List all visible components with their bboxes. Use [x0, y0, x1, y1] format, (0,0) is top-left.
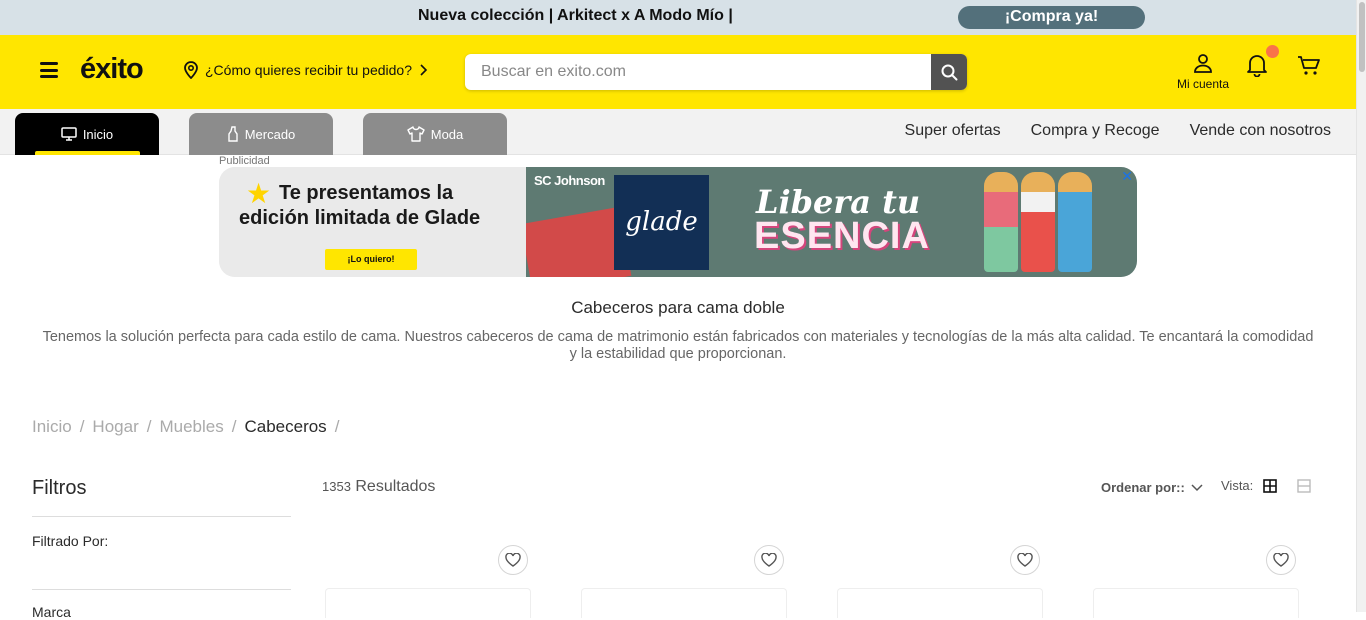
promo-text[interactable]: Nueva colección | Arkitect x A Modo Mío … [418, 7, 733, 25]
search-button[interactable] [931, 54, 967, 90]
shirt-icon [407, 126, 425, 142]
breadcrumb-separator: / [231, 417, 237, 436]
ad-cta-button[interactable]: ¡Lo quiero! [325, 249, 417, 270]
nav-link-super-ofertas[interactable]: Super ofertas [905, 122, 1001, 140]
account-button[interactable]: Mi cuenta [1172, 53, 1234, 91]
active-tab-indicator [35, 151, 140, 155]
category-navbar: Inicio Mercado Moda Super ofertas Compra… [0, 109, 1356, 155]
sort-label: Ordenar por:: [1101, 480, 1185, 495]
heart-icon [1017, 553, 1033, 567]
delivery-text: ¿Cómo quieres recibir tu pedido? [205, 62, 412, 78]
bell-icon [1247, 55, 1267, 78]
product-card[interactable] [325, 588, 531, 618]
nav-link-compra-y-recoge[interactable]: Compra y Recoge [1031, 122, 1160, 140]
bottle-icon [228, 126, 238, 142]
search-input[interactable] [465, 54, 931, 90]
filtered-by-label: Filtrado Por: [32, 533, 109, 549]
search-bar [465, 54, 967, 90]
heart-icon [505, 553, 521, 567]
user-icon [1194, 54, 1212, 73]
product-card[interactable] [1093, 588, 1299, 618]
promo-cta-button[interactable]: ¡Compra ya! [958, 6, 1145, 29]
divider [32, 516, 291, 517]
category-description: Tenemos la solución perfecta para cada e… [42, 329, 1314, 362]
heart-icon [1273, 553, 1289, 567]
notifications-button[interactable] [1246, 45, 1279, 78]
product-image [984, 172, 1018, 272]
close-icon[interactable]: ✕ [1121, 168, 1133, 185]
ad-label: Publicidad [219, 155, 270, 167]
ad-right-panel: SC Johnson glade Libera tu ESENCIA ✕ [526, 167, 1137, 277]
category-title: Cabeceros para cama doble [571, 298, 785, 317]
breadcrumb-item[interactable]: Hogar [92, 417, 138, 437]
chevron-down-icon [1191, 483, 1203, 491]
filter-brand-header[interactable]: Marca [32, 604, 71, 620]
delivery-selector[interactable]: ¿Cómo quieres recibir tu pedido? [183, 61, 428, 79]
notification-badge [1266, 45, 1279, 58]
results-label: Resultados [355, 478, 436, 495]
view-toggle: Vista: [1221, 478, 1311, 493]
tab-label: Inicio [82, 126, 114, 142]
ad-banner[interactable]: ★ Te presentamos la edición limitada de … [219, 167, 1137, 277]
account-label: Mi cuenta [1176, 77, 1230, 91]
ad-headline: Te presentamos la edición limitada de Gl… [239, 181, 480, 231]
exito-logo[interactable]: éxito [80, 53, 144, 86]
favorite-button[interactable] [1010, 545, 1040, 575]
divider [32, 589, 291, 590]
nav-link-vende-con-nosotros[interactable]: Vende con nosotros [1190, 122, 1331, 140]
ad-left-panel: ★ Te presentamos la edición limitada de … [219, 167, 526, 277]
tab-inicio[interactable]: Inicio [15, 113, 159, 155]
tab-mercado[interactable]: Mercado [189, 113, 333, 155]
page-scrollbar[interactable] [1356, 0, 1366, 612]
heart-icon [761, 553, 777, 567]
breadcrumb-item[interactable]: Muebles [159, 417, 223, 437]
breadcrumb-separator: / [146, 417, 152, 436]
monitor-icon [61, 127, 77, 141]
scrollbar-thumb[interactable] [1359, 2, 1365, 72]
tab-moda[interactable]: Moda [363, 113, 507, 155]
tab-label: Mercado [244, 126, 296, 142]
search-icon [941, 64, 957, 80]
favorite-button[interactable] [754, 545, 784, 575]
ad-headline-line2: edición limitada de Glade [239, 207, 481, 229]
chevron-right-icon [420, 64, 428, 76]
product-image [1021, 172, 1055, 272]
nav-links: Super ofertas Compra y Recoge Vende con … [905, 122, 1331, 140]
cart-icon [1298, 56, 1320, 75]
glade-logo: glade [614, 175, 709, 270]
breadcrumb-separator: / [334, 417, 340, 436]
favorite-button[interactable] [1266, 545, 1296, 575]
cart-button[interactable] [1297, 55, 1321, 82]
menu-icon[interactable] [40, 62, 58, 78]
ad-headline-line1: Te presentamos la [279, 182, 454, 204]
list-view-icon[interactable] [1297, 478, 1311, 493]
product-card[interactable] [837, 588, 1043, 618]
grid-view-icon[interactable] [1263, 478, 1278, 493]
product-image [1058, 172, 1092, 272]
results-count: 1353 Resultados [322, 478, 435, 496]
favorite-button[interactable] [498, 545, 528, 575]
sort-dropdown[interactable]: Ordenar por:: [1101, 480, 1203, 495]
scjohnson-logo: SC Johnson [534, 173, 605, 188]
filters-title: Filtros [32, 477, 87, 499]
promo-bar: Nueva colección | Arkitect x A Modo Mío … [0, 0, 1356, 35]
tab-label: Moda [430, 126, 464, 142]
header: éxito ¿Cómo quieres recibir tu pedido? M… [0, 35, 1356, 109]
breadcrumb-item[interactable]: Inicio [32, 417, 72, 437]
location-pin-icon [184, 61, 198, 79]
ad-slogan-line2: ESENCIA [754, 215, 930, 257]
breadcrumb-separator: / [79, 417, 85, 436]
breadcrumb: Inicio / Hogar / Muebles / Cabeceros / [32, 417, 339, 437]
product-card[interactable] [581, 588, 787, 618]
view-label: Vista: [1221, 478, 1254, 493]
results-number: 1353 [322, 479, 351, 494]
breadcrumb-current: Cabeceros [244, 417, 327, 436]
